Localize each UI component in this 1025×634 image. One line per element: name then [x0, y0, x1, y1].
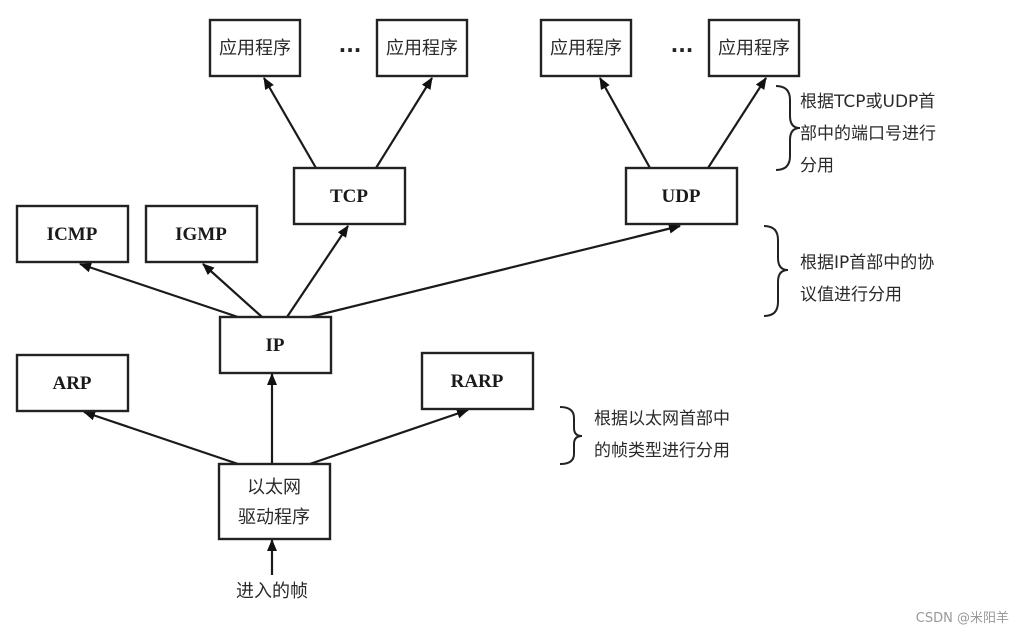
edge-ip-udp [309, 223, 681, 319]
ellipsis-right: ··· [671, 38, 694, 62]
brace-ethernet [559, 406, 583, 465]
note-ip-line1: 根据IP首部中的协 [800, 253, 934, 273]
node-app4-label: 应用程序 [718, 38, 790, 59]
note-ethernet: 根据以太网首部中 的帧类型进行分用 [594, 409, 730, 461]
node-tcp-label: TCP [330, 186, 368, 207]
node-app4: 应用程序 [707, 18, 801, 78]
node-rarp-label: RARP [451, 371, 504, 392]
note-ethernet-line1: 根据以太网首部中 [594, 409, 730, 429]
edge-udp-app4 [707, 77, 767, 169]
node-app1: 应用程序 [208, 18, 302, 78]
node-icmp-label: ICMP [47, 224, 98, 245]
note-transport-line3: 分用 [800, 156, 834, 176]
node-udp-label: UDP [661, 186, 700, 207]
ellipsis-left: ··· [339, 38, 362, 62]
node-rarp: RARP [420, 351, 535, 411]
node-tcp: TCP [292, 166, 407, 226]
node-app2: 应用程序 [375, 18, 469, 78]
note-transport: 根据TCP或UDP首 部中的端口号进行 分用 [800, 92, 936, 176]
node-arp: ARP [15, 353, 130, 413]
node-ip: IP [218, 315, 333, 375]
incoming-frame-label: 进入的帧 [236, 581, 308, 602]
node-ip-label: IP [266, 335, 285, 356]
node-udp: UDP [624, 166, 739, 226]
node-arp-label: ARP [52, 373, 91, 394]
node-ethernet-driver: 以太网 驱动程序 [217, 462, 332, 541]
edge-tcp-app1 [263, 77, 317, 169]
demultiplexing-diagram: 应用程序 ··· 应用程序 应用程序 ··· 应用程序 TCP UDP ICMP… [15, 18, 936, 602]
node-igmp-label: IGMP [175, 224, 227, 245]
edges [79, 77, 767, 575]
note-transport-line2: 部中的端口号进行 [800, 124, 936, 144]
node-app3: 应用程序 [539, 18, 633, 78]
note-ethernet-line2: 的帧类型进行分用 [594, 441, 730, 461]
watermark: CSDN @米阳羊 [915, 611, 1009, 626]
note-transport-line1: 根据TCP或UDP首 [800, 92, 935, 112]
edge-udp-app3 [599, 77, 651, 169]
edge-eth-rarp [297, 408, 469, 470]
node-eth-label-line2: 驱动程序 [238, 507, 310, 528]
node-icmp: ICMP [15, 204, 130, 264]
node-eth-label-line1: 以太网 [247, 477, 301, 498]
edge-ip-tcp [286, 225, 349, 318]
brace-transport [775, 85, 801, 171]
edge-ip-icmp [79, 262, 239, 319]
note-ip: 根据IP首部中的协 议值进行分用 [800, 253, 934, 305]
edge-tcp-app2 [375, 77, 433, 169]
note-ip-line2: 议值进行分用 [800, 285, 902, 305]
node-igmp: IGMP [144, 204, 259, 264]
edge-eth-arp [83, 410, 251, 470]
brace-ip [763, 225, 789, 317]
node-app1-label: 应用程序 [219, 38, 291, 59]
node-app3-label: 应用程序 [550, 38, 622, 59]
node-app2-label: 应用程序 [386, 38, 458, 59]
